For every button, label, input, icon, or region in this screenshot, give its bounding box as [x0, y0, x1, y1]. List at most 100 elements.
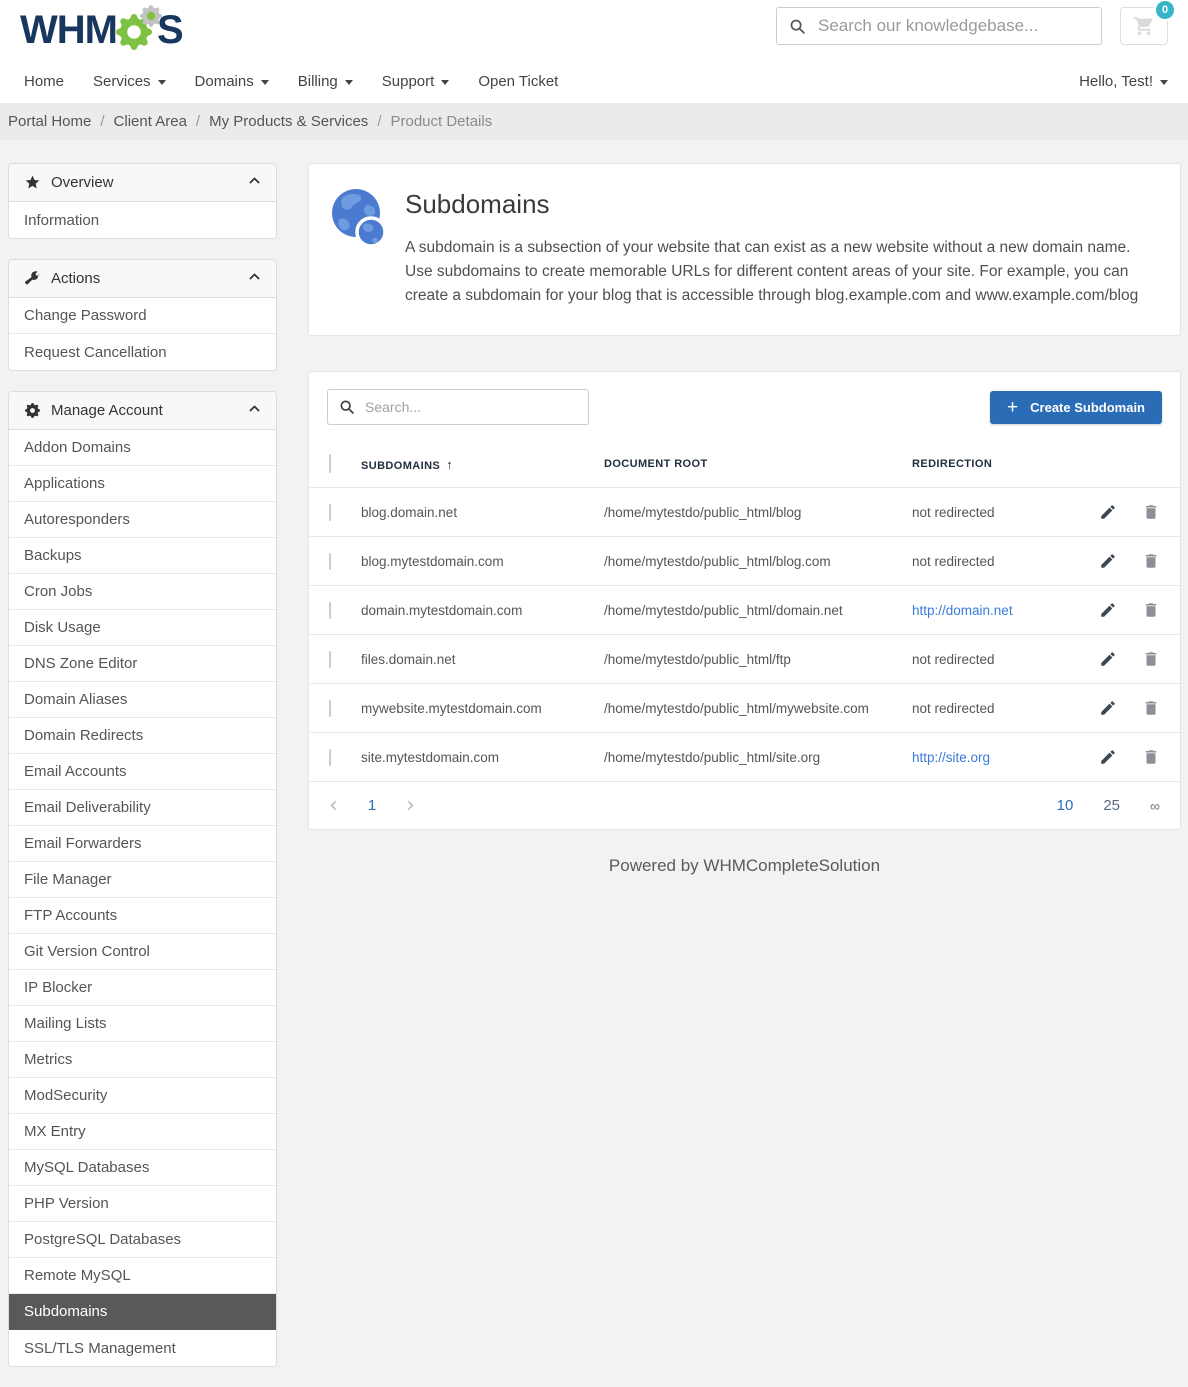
sidebar-item-mysql-databases[interactable]: MySQL Databases — [9, 1150, 276, 1186]
sidebar-item-email-forwarders[interactable]: Email Forwarders — [9, 826, 276, 862]
nav-item-services[interactable]: Services — [93, 73, 166, 90]
nav-item-domains[interactable]: Domains — [195, 73, 269, 90]
chevron-up-icon — [248, 174, 261, 191]
row-checkbox[interactable] — [329, 553, 331, 570]
next-page-icon[interactable]: › — [406, 795, 415, 817]
select-all-checkbox[interactable] — [329, 454, 331, 473]
edit-icon[interactable] — [1099, 601, 1117, 619]
sidebar-item-dns-zone-editor[interactable]: DNS Zone Editor — [9, 646, 276, 682]
row-checkbox[interactable] — [329, 504, 331, 521]
nav-item-home[interactable]: Home — [24, 73, 64, 90]
sidebar-item-file-manager[interactable]: File Manager — [9, 862, 276, 898]
sidebar-item-change-password[interactable]: Change Password — [9, 298, 276, 334]
sidebar-panel-overview: OverviewInformation — [8, 163, 277, 239]
edit-icon[interactable] — [1099, 552, 1117, 570]
nav-item-support[interactable]: Support — [382, 73, 450, 90]
sidebar-panel-header-overview[interactable]: Overview — [9, 164, 276, 202]
sidebar-panel-header-actions[interactable]: Actions — [9, 260, 276, 298]
nav-item-open-ticket[interactable]: Open Ticket — [478, 73, 558, 90]
sidebar-item-backups[interactable]: Backups — [9, 538, 276, 574]
breadcrumb-separator: / — [377, 113, 381, 130]
breadcrumb-item-portal-home[interactable]: Portal Home — [8, 113, 91, 130]
sidebar-item-mx-entry[interactable]: MX Entry — [9, 1114, 276, 1150]
table-body: blog.domain.net/home/mytestdo/public_htm… — [309, 487, 1180, 781]
sidebar-item-postgresql-databases[interactable]: PostgreSQL Databases — [9, 1222, 276, 1258]
sidebar-item-php-version[interactable]: PHP Version — [9, 1186, 276, 1222]
sidebar-item-email-accounts[interactable]: Email Accounts — [9, 754, 276, 790]
delete-icon[interactable] — [1142, 503, 1160, 521]
sidebar-panel-manage-account: Manage AccountAddon DomainsApplicationsA… — [8, 391, 277, 1367]
search-icon — [789, 18, 806, 35]
delete-icon[interactable] — [1142, 601, 1160, 619]
sidebar-item-ftp-accounts[interactable]: FTP Accounts — [9, 898, 276, 934]
breadcrumb-item-client-area[interactable]: Client Area — [114, 113, 187, 130]
sidebar-panel-header-manage-account[interactable]: Manage Account — [9, 392, 276, 430]
greeting-label: Hello, Test! — [1079, 73, 1153, 90]
edit-icon[interactable] — [1099, 503, 1117, 521]
sidebar-item-metrics[interactable]: Metrics — [9, 1042, 276, 1078]
row-checkbox[interactable] — [329, 700, 331, 717]
cart-button[interactable]: 0 — [1120, 7, 1168, 45]
subdomain-name: blog.mytestdomain.com — [361, 554, 604, 569]
edit-icon[interactable] — [1099, 650, 1117, 668]
sidebar-item-modsecurity[interactable]: ModSecurity — [9, 1078, 276, 1114]
row-checkbox[interactable] — [329, 651, 331, 668]
edit-icon[interactable] — [1099, 699, 1117, 717]
row-checkbox[interactable] — [329, 602, 331, 619]
page-size-10[interactable]: 10 — [1057, 797, 1074, 814]
sidebar-item-applications[interactable]: Applications — [9, 466, 276, 502]
page-header-card: Subdomains A subdomain is a subsection o… — [308, 163, 1181, 336]
document-root: /home/mytestdo/public_html/blog — [604, 505, 912, 520]
edit-icon[interactable] — [1099, 748, 1117, 766]
nav-item-billing[interactable]: Billing — [298, 73, 353, 90]
column-header-document-root[interactable]: DOCUMENT ROOT — [604, 458, 912, 470]
whmcs-logo[interactable]: WHM S — [20, 7, 183, 53]
chevron-up-icon — [248, 402, 261, 419]
delete-icon[interactable] — [1142, 650, 1160, 668]
sidebar-item-addon-domains[interactable]: Addon Domains — [9, 430, 276, 466]
sidebar-item-request-cancellation[interactable]: Request Cancellation — [9, 334, 276, 370]
column-header-subdomains[interactable]: SUBDOMAINS↑ — [361, 457, 604, 472]
sidebar-item-ssl-tls-management[interactable]: SSL/TLS Management — [9, 1330, 276, 1366]
knowledgebase-search — [776, 7, 1102, 45]
prev-page-icon[interactable]: ‹ — [329, 795, 338, 817]
search-icon — [339, 399, 355, 415]
document-root: /home/mytestdo/public_html/ftp — [604, 652, 912, 667]
sidebar-item-git-version-control[interactable]: Git Version Control — [9, 934, 276, 970]
sidebar-item-ip-blocker[interactable]: IP Blocker — [9, 970, 276, 1006]
page-number[interactable]: 1 — [368, 797, 376, 814]
delete-icon[interactable] — [1142, 699, 1160, 717]
sidebar-item-disk-usage[interactable]: Disk Usage — [9, 610, 276, 646]
table-header-row: SUBDOMAINS↑ DOCUMENT ROOT REDIRECTION — [309, 441, 1180, 487]
table-search-input[interactable] — [365, 399, 577, 415]
account-menu[interactable]: Hello, Test! — [1079, 73, 1168, 90]
breadcrumb-item-product-details: Product Details — [390, 113, 492, 130]
sidebar-item-information[interactable]: Information — [9, 202, 276, 238]
create-subdomain-button[interactable]: + Create Subdomain — [990, 391, 1162, 424]
knowledgebase-search-input[interactable] — [818, 16, 1089, 36]
sidebar-item-domain-redirects[interactable]: Domain Redirects — [9, 718, 276, 754]
sidebar-item-email-deliverability[interactable]: Email Deliverability — [9, 790, 276, 826]
redirection-link[interactable]: http://domain.net — [912, 603, 1013, 618]
redirection-link[interactable]: http://site.org — [912, 750, 990, 765]
sidebar-item-subdomains[interactable]: Subdomains — [9, 1294, 276, 1330]
subdomains-globe-icon — [331, 187, 387, 308]
sidebar-item-domain-aliases[interactable]: Domain Aliases — [9, 682, 276, 718]
page-size-25[interactable]: 25 — [1103, 797, 1120, 814]
sidebar-item-autoresponders[interactable]: Autoresponders — [9, 502, 276, 538]
row-checkbox[interactable] — [329, 749, 331, 766]
table-row: mywebsite.mytestdomain.com/home/mytestdo… — [309, 683, 1180, 732]
sidebar-item-mailing-lists[interactable]: Mailing Lists — [9, 1006, 276, 1042]
table-row: blog.domain.net/home/mytestdo/public_htm… — [309, 487, 1180, 536]
delete-icon[interactable] — [1142, 748, 1160, 766]
sidebar-item-cron-jobs[interactable]: Cron Jobs — [9, 574, 276, 610]
subdomains-table-card: + Create Subdomain SUBDOMAINS↑ DOCUMENT … — [308, 371, 1181, 830]
breadcrumb-item-my-products-services[interactable]: My Products & Services — [209, 113, 368, 130]
pagination: ‹ 1 › 10 25 ∞ — [309, 781, 1180, 829]
sidebar-item-remote-mysql[interactable]: Remote MySQL — [9, 1258, 276, 1294]
delete-icon[interactable] — [1142, 552, 1160, 570]
column-header-redirection[interactable]: REDIRECTION — [912, 458, 1099, 470]
page-size-all[interactable]: ∞ — [1150, 798, 1160, 814]
main-nav: Home Services Domains Billing Support Open Ti… — [24, 73, 587, 90]
subdomain-name: files.domain.net — [361, 652, 604, 667]
